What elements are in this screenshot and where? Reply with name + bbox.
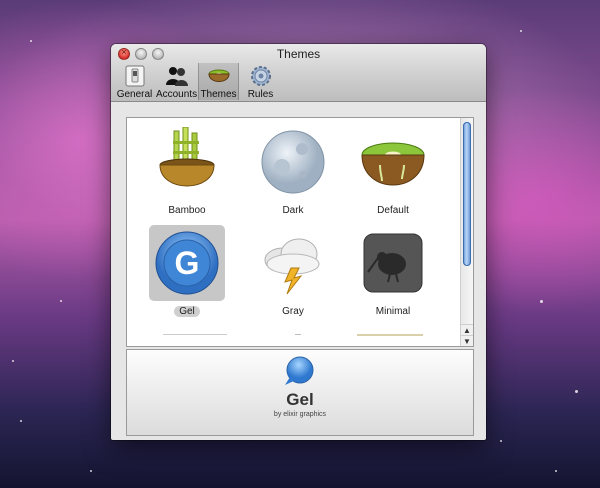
- theme-item-default[interactable]: Default: [343, 124, 443, 218]
- gel-g-icon: G: [155, 231, 219, 295]
- moon-icon: [261, 130, 325, 194]
- theme-item-gel[interactable]: G Gel: [147, 225, 227, 319]
- vertical-scrollbar[interactable]: ▲ ▼: [460, 118, 473, 346]
- kiwi-icon: [361, 142, 425, 186]
- preview-byline: by elixir graphics: [273, 411, 327, 418]
- theme-thumbnail: [255, 225, 331, 301]
- theme-thumbnail: [355, 124, 431, 200]
- theme-thumbnail: [355, 225, 431, 301]
- storm-cloud-icon: [264, 238, 320, 295]
- theme-name: Default: [377, 205, 409, 216]
- toolbar-label-accounts: Accounts: [155, 89, 198, 100]
- theme-item-partial[interactable]: [163, 334, 227, 346]
- bamboo-bowl-icon: [159, 127, 215, 187]
- theme-thumbnail: G: [149, 225, 225, 301]
- kiwi-bowl-icon: [207, 69, 230, 82]
- toolbar-item-themes[interactable]: Themes: [198, 63, 239, 100]
- window-title: Themes: [276, 47, 321, 61]
- window-toolbar: × Themes General Accounts Themes Rules: [111, 44, 486, 102]
- toolbar-item-rules[interactable]: Rules: [240, 63, 281, 100]
- theme-item-minimal[interactable]: Minimal: [343, 225, 443, 319]
- theme-item-bamboo[interactable]: Bamboo: [137, 124, 237, 218]
- theme-name: Gray: [282, 306, 304, 317]
- people-icon: [165, 67, 188, 86]
- theme-item-dark[interactable]: Dark: [243, 124, 343, 218]
- speech-bubble-icon: [285, 356, 314, 385]
- kiwi-bird-icon: [363, 233, 423, 293]
- theme-item-partial[interactable]: [295, 334, 301, 346]
- theme-thumbnail: [255, 124, 331, 200]
- theme-name: Minimal: [375, 306, 411, 317]
- svg-text:G: G: [175, 245, 200, 281]
- scrollbar-thumb[interactable]: [463, 122, 471, 266]
- theme-thumbnail: [149, 124, 225, 200]
- toolbar-label-themes: Themes: [200, 89, 237, 100]
- switch-icon: [125, 65, 144, 87]
- scroll-down-button[interactable]: ▼: [461, 335, 473, 346]
- theme-item-gray[interactable]: Gray: [243, 225, 343, 319]
- preview-theme-name: Gel: [286, 390, 314, 409]
- theme-name: Gel: [174, 306, 200, 317]
- themes-list[interactable]: Bamboo Dark Default G Gel Gray Minimal ▲…: [126, 117, 474, 347]
- toolbar-item-general[interactable]: General: [114, 63, 155, 100]
- themes-window: × Themes General Accounts Themes Rules B…: [111, 44, 486, 440]
- theme-item-partial[interactable]: [357, 334, 423, 346]
- toolbar-label-rules: Rules: [247, 89, 274, 100]
- theme-name: Dark: [282, 205, 304, 216]
- toolbar-label-general: General: [116, 89, 153, 100]
- toolbar-item-accounts[interactable]: Accounts: [156, 63, 197, 100]
- theme-name: Bamboo: [168, 205, 206, 216]
- gear-icon: [250, 66, 271, 86]
- theme-preview: Gel by elixir graphics: [126, 349, 474, 436]
